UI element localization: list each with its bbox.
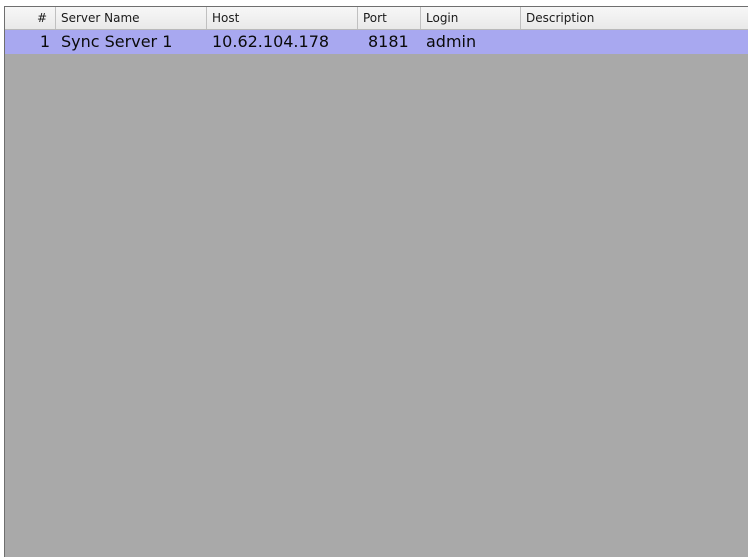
column-header-server-name[interactable]: Server Name (56, 7, 207, 29)
column-header-description[interactable]: Description (521, 7, 748, 29)
host-cell: 10.62.104.178 (212, 32, 330, 51)
column-header-bar: # Server Name Host Port Login Descriptio… (5, 7, 748, 30)
port-cell: 8181 (368, 32, 409, 51)
description-cell (521, 30, 748, 54)
server-list-grid[interactable]: # Server Name Host Port Login Descriptio… (4, 6, 748, 557)
table-row-selected[interactable]: 1 Sync Server 1 10.62.104.178 8181 admin (5, 30, 748, 54)
server-name-cell: Sync Server 1 (61, 32, 173, 51)
column-header-port[interactable]: Port (358, 7, 421, 29)
row-index-cell: 1 (39, 32, 50, 51)
login-cell: admin (426, 32, 477, 51)
column-header-index[interactable]: # (5, 7, 56, 29)
column-header-login[interactable]: Login (421, 7, 521, 29)
column-header-host[interactable]: Host (207, 7, 358, 29)
